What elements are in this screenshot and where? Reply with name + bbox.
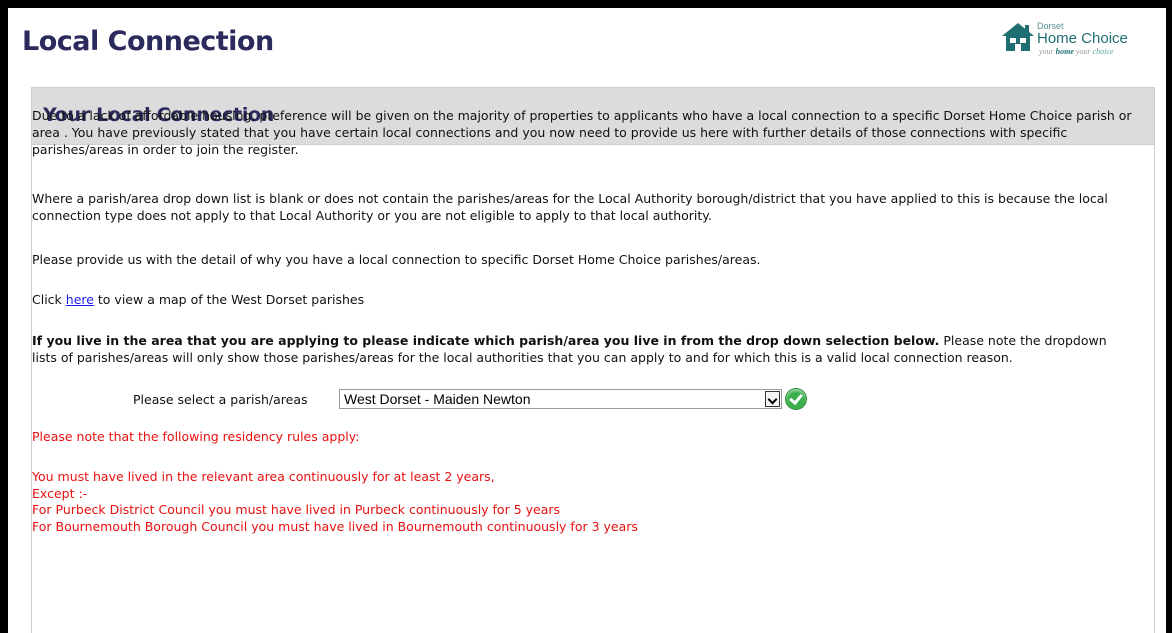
home-choice-logo: Dorset Home Choice your home your choice bbox=[1001, 18, 1151, 64]
map-here-link[interactable]: here bbox=[66, 292, 94, 307]
detail-paragraph: Please provide us with the detail of why… bbox=[32, 252, 761, 267]
parish-instruction-paragraph: If you live in the area that you are app… bbox=[32, 333, 1107, 365]
residency-rules: You must have lived in the relevant area… bbox=[32, 469, 638, 535]
parish-select-value: West Dorset - Maiden Newton bbox=[344, 391, 531, 407]
parish-select[interactable]: West Dorset - Maiden Newton bbox=[339, 389, 782, 409]
instruction-bold: If you live in the area that you are app… bbox=[32, 333, 940, 348]
blank-list-paragraph: Where a parish/area drop down list is bl… bbox=[32, 191, 1108, 223]
logo-main-text: Home Choice bbox=[1037, 30, 1128, 47]
chevron-down-icon[interactable] bbox=[765, 391, 780, 407]
map-link-paragraph: Click here to view a map of the West Dor… bbox=[32, 292, 365, 307]
parish-select-label: Please select a parish/areas bbox=[133, 392, 308, 407]
residency-rule: Except :- bbox=[32, 485, 88, 501]
residency-rule: For Purbeck District Council you must ha… bbox=[32, 502, 561, 517]
page: Local Connection Dorset Home Choice your… bbox=[8, 8, 1166, 633]
logo-tagline: your home your choice bbox=[1039, 47, 1114, 56]
page-title: Local Connection bbox=[22, 26, 274, 57]
residency-note: Please note that the following residency… bbox=[32, 429, 360, 444]
intro-paragraph: Due to a lack of affordable housing, pre… bbox=[32, 108, 1132, 157]
parish-select-row: Please select a parish/areas West Dorset… bbox=[133, 389, 1033, 411]
residency-rule: For Bournemouth Borough Council you must… bbox=[32, 518, 638, 534]
house-icon bbox=[1002, 23, 1034, 51]
residency-rule: You must have lived in the relevant area… bbox=[32, 469, 495, 484]
check-icon bbox=[786, 389, 806, 409]
